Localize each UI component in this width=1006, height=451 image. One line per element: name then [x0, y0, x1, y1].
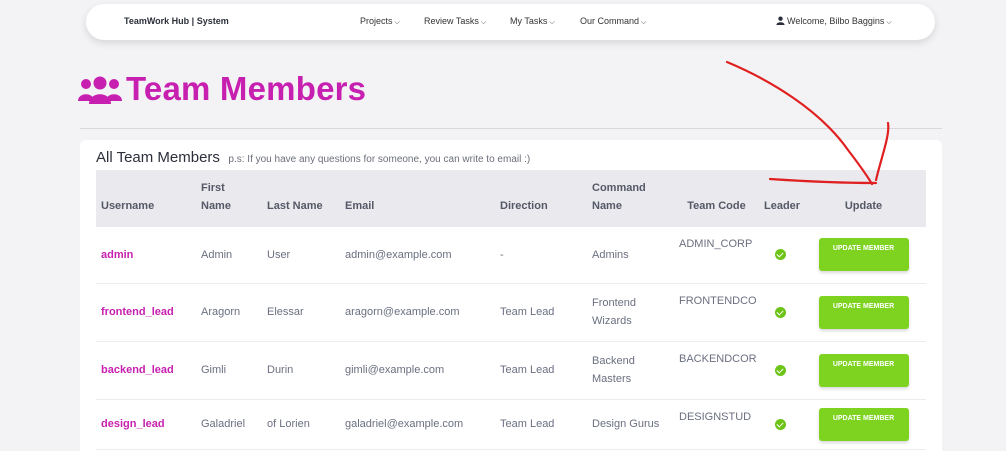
header-first-name-line2: Name: [201, 200, 231, 212]
user-menu[interactable]: Welcome, Bilbo Baggins ⌵: [776, 16, 892, 27]
last-name-cell: Durin: [267, 364, 294, 376]
team-code-cell: DESIGNSTUD: [679, 410, 752, 423]
header-direction: Direction: [500, 200, 548, 212]
nav-review-tasks[interactable]: Review Tasks ⌵: [424, 16, 486, 27]
first-name-cell: Gimli: [201, 364, 227, 376]
last-name-cell: Elessar: [267, 306, 304, 318]
table-row: backend_lead Gimli Durin gimli@example.c…: [96, 341, 926, 399]
first-name-cell: Aragorn: [201, 306, 241, 318]
team-code-cell: BACKENDCOR: [679, 352, 757, 365]
direction-cell: -: [500, 248, 504, 261]
nav-projects-label: Projects: [360, 16, 393, 26]
user-icon: [776, 16, 785, 25]
first-name-cell: Galadriel: [201, 418, 246, 430]
divider: [80, 128, 942, 129]
email-cell: galadriel@example.com: [345, 418, 464, 430]
update-member-button[interactable]: UPDATE MEMBER: [818, 407, 909, 441]
command-line1: Admins: [592, 248, 629, 261]
username-cell[interactable]: admin: [96, 227, 196, 283]
email-cell: aragorn@example.com: [345, 306, 460, 318]
user-menu-label: Welcome, Bilbo Baggins: [787, 16, 885, 26]
brand-title[interactable]: TeamWork Hub | System: [124, 16, 229, 26]
command-line1: Design Gurus: [592, 418, 660, 430]
direction-cell: Team Lead: [500, 364, 555, 376]
team-code-cell: FRONTENDCO: [679, 294, 757, 307]
chevron-down-icon: ⌵: [480, 19, 487, 26]
team-code-cell: ADMIN_CORP: [679, 238, 753, 250]
last-name-cell: of Lorien: [267, 418, 310, 430]
leader-cell: [759, 227, 801, 283]
command-line2: Wizards: [592, 315, 632, 327]
top-navbar: TeamWork Hub | System Projects ⌵ Review T…: [86, 4, 935, 40]
header-update: Update: [844, 200, 883, 212]
direction-cell: Team Lead: [500, 418, 555, 430]
nav-my-tasks[interactable]: My Tasks ⌵: [510, 16, 555, 27]
header-leader: Leader: [764, 200, 801, 212]
header-command-line2: Name: [592, 200, 622, 212]
header-first-name: First Name: [196, 170, 262, 227]
username-cell[interactable]: backend_lead: [96, 341, 196, 399]
nav-review-tasks-label: Review Tasks: [424, 16, 479, 26]
nav-our-command-label: Our Command: [580, 16, 640, 26]
command-line2: Masters: [592, 373, 632, 385]
chevron-down-icon: ⌵: [549, 19, 555, 26]
direction-cell: Team Lead: [500, 306, 555, 318]
command-cell: Design Gurus: [587, 399, 674, 449]
email-cell: admin@example.com: [345, 248, 452, 261]
header-command-name: Command Name: [587, 170, 674, 227]
chevron-down-icon: ⌵: [394, 19, 400, 26]
update-cell: UPDATE MEMBER: [801, 227, 926, 283]
nav-my-tasks-label: My Tasks: [510, 16, 548, 26]
table-header-row: Username First Name Last Name Email Direc…: [96, 170, 926, 227]
check-circle-icon: [774, 306, 786, 318]
check-circle-icon: [774, 364, 786, 376]
table-row: admin Admin User admin@example.com - Adm…: [96, 227, 926, 283]
update-member-button[interactable]: UPDATE MEMBER: [818, 238, 909, 272]
header-email: Email: [345, 200, 375, 212]
update-member-button[interactable]: UPDATE MEMBER: [818, 295, 909, 329]
email-cell: gimli@example.com: [345, 364, 445, 376]
leader-cell: [759, 341, 801, 399]
update-cell: UPDATE MEMBER: [801, 341, 926, 399]
nav-projects[interactable]: Projects ⌵: [360, 16, 400, 27]
header-command-line1: Command: [592, 182, 646, 194]
username-cell[interactable]: frontend_lead: [96, 283, 196, 341]
command-cell: Frontend Wizards: [587, 283, 674, 341]
header-first-name-line1: First: [201, 182, 225, 194]
header-username: Username: [101, 200, 155, 212]
first-name-cell: Admin: [201, 248, 233, 261]
update-cell: UPDATE MEMBER: [801, 283, 926, 341]
header-last-name: Last Name: [267, 200, 323, 212]
command-cell: Backend Masters: [587, 341, 674, 399]
leader-cell: [759, 399, 801, 449]
check-circle-icon: [774, 249, 786, 261]
table-row: design_lead Galadriel of Lorien galadrie…: [96, 399, 926, 449]
team-members-table: Username First Name Last Name Email Direc…: [96, 170, 926, 450]
card-title: All Team Members: [96, 149, 220, 166]
check-circle-icon: [774, 418, 786, 430]
last-name-cell: User: [267, 248, 291, 261]
leader-cell: [759, 283, 801, 341]
command-line1: Frontend: [592, 297, 637, 309]
header-team-code: Team Code: [687, 200, 746, 212]
command-cell: Admins: [587, 227, 674, 283]
chevron-down-icon: ⌵: [886, 19, 892, 26]
username-cell[interactable]: design_lead: [96, 399, 196, 449]
chevron-down-icon: ⌵: [641, 19, 647, 26]
update-member-button[interactable]: UPDATE MEMBER: [818, 353, 909, 387]
page-title: Team Members: [126, 70, 367, 107]
team-members-card: All Team Members p.s: If you have any qu…: [80, 140, 942, 451]
table-row: frontend_lead Aragorn Elessar aragorn@ex…: [96, 283, 926, 341]
card-heading: All Team Members p.s: If you have any qu…: [96, 149, 530, 167]
users-icon: [78, 76, 122, 104]
command-line1: Backend: [592, 355, 635, 367]
card-note: p.s: If you have any questions for someo…: [228, 154, 531, 165]
nav-our-command[interactable]: Our Command ⌵: [580, 16, 646, 27]
update-cell: UPDATE MEMBER: [801, 399, 926, 449]
